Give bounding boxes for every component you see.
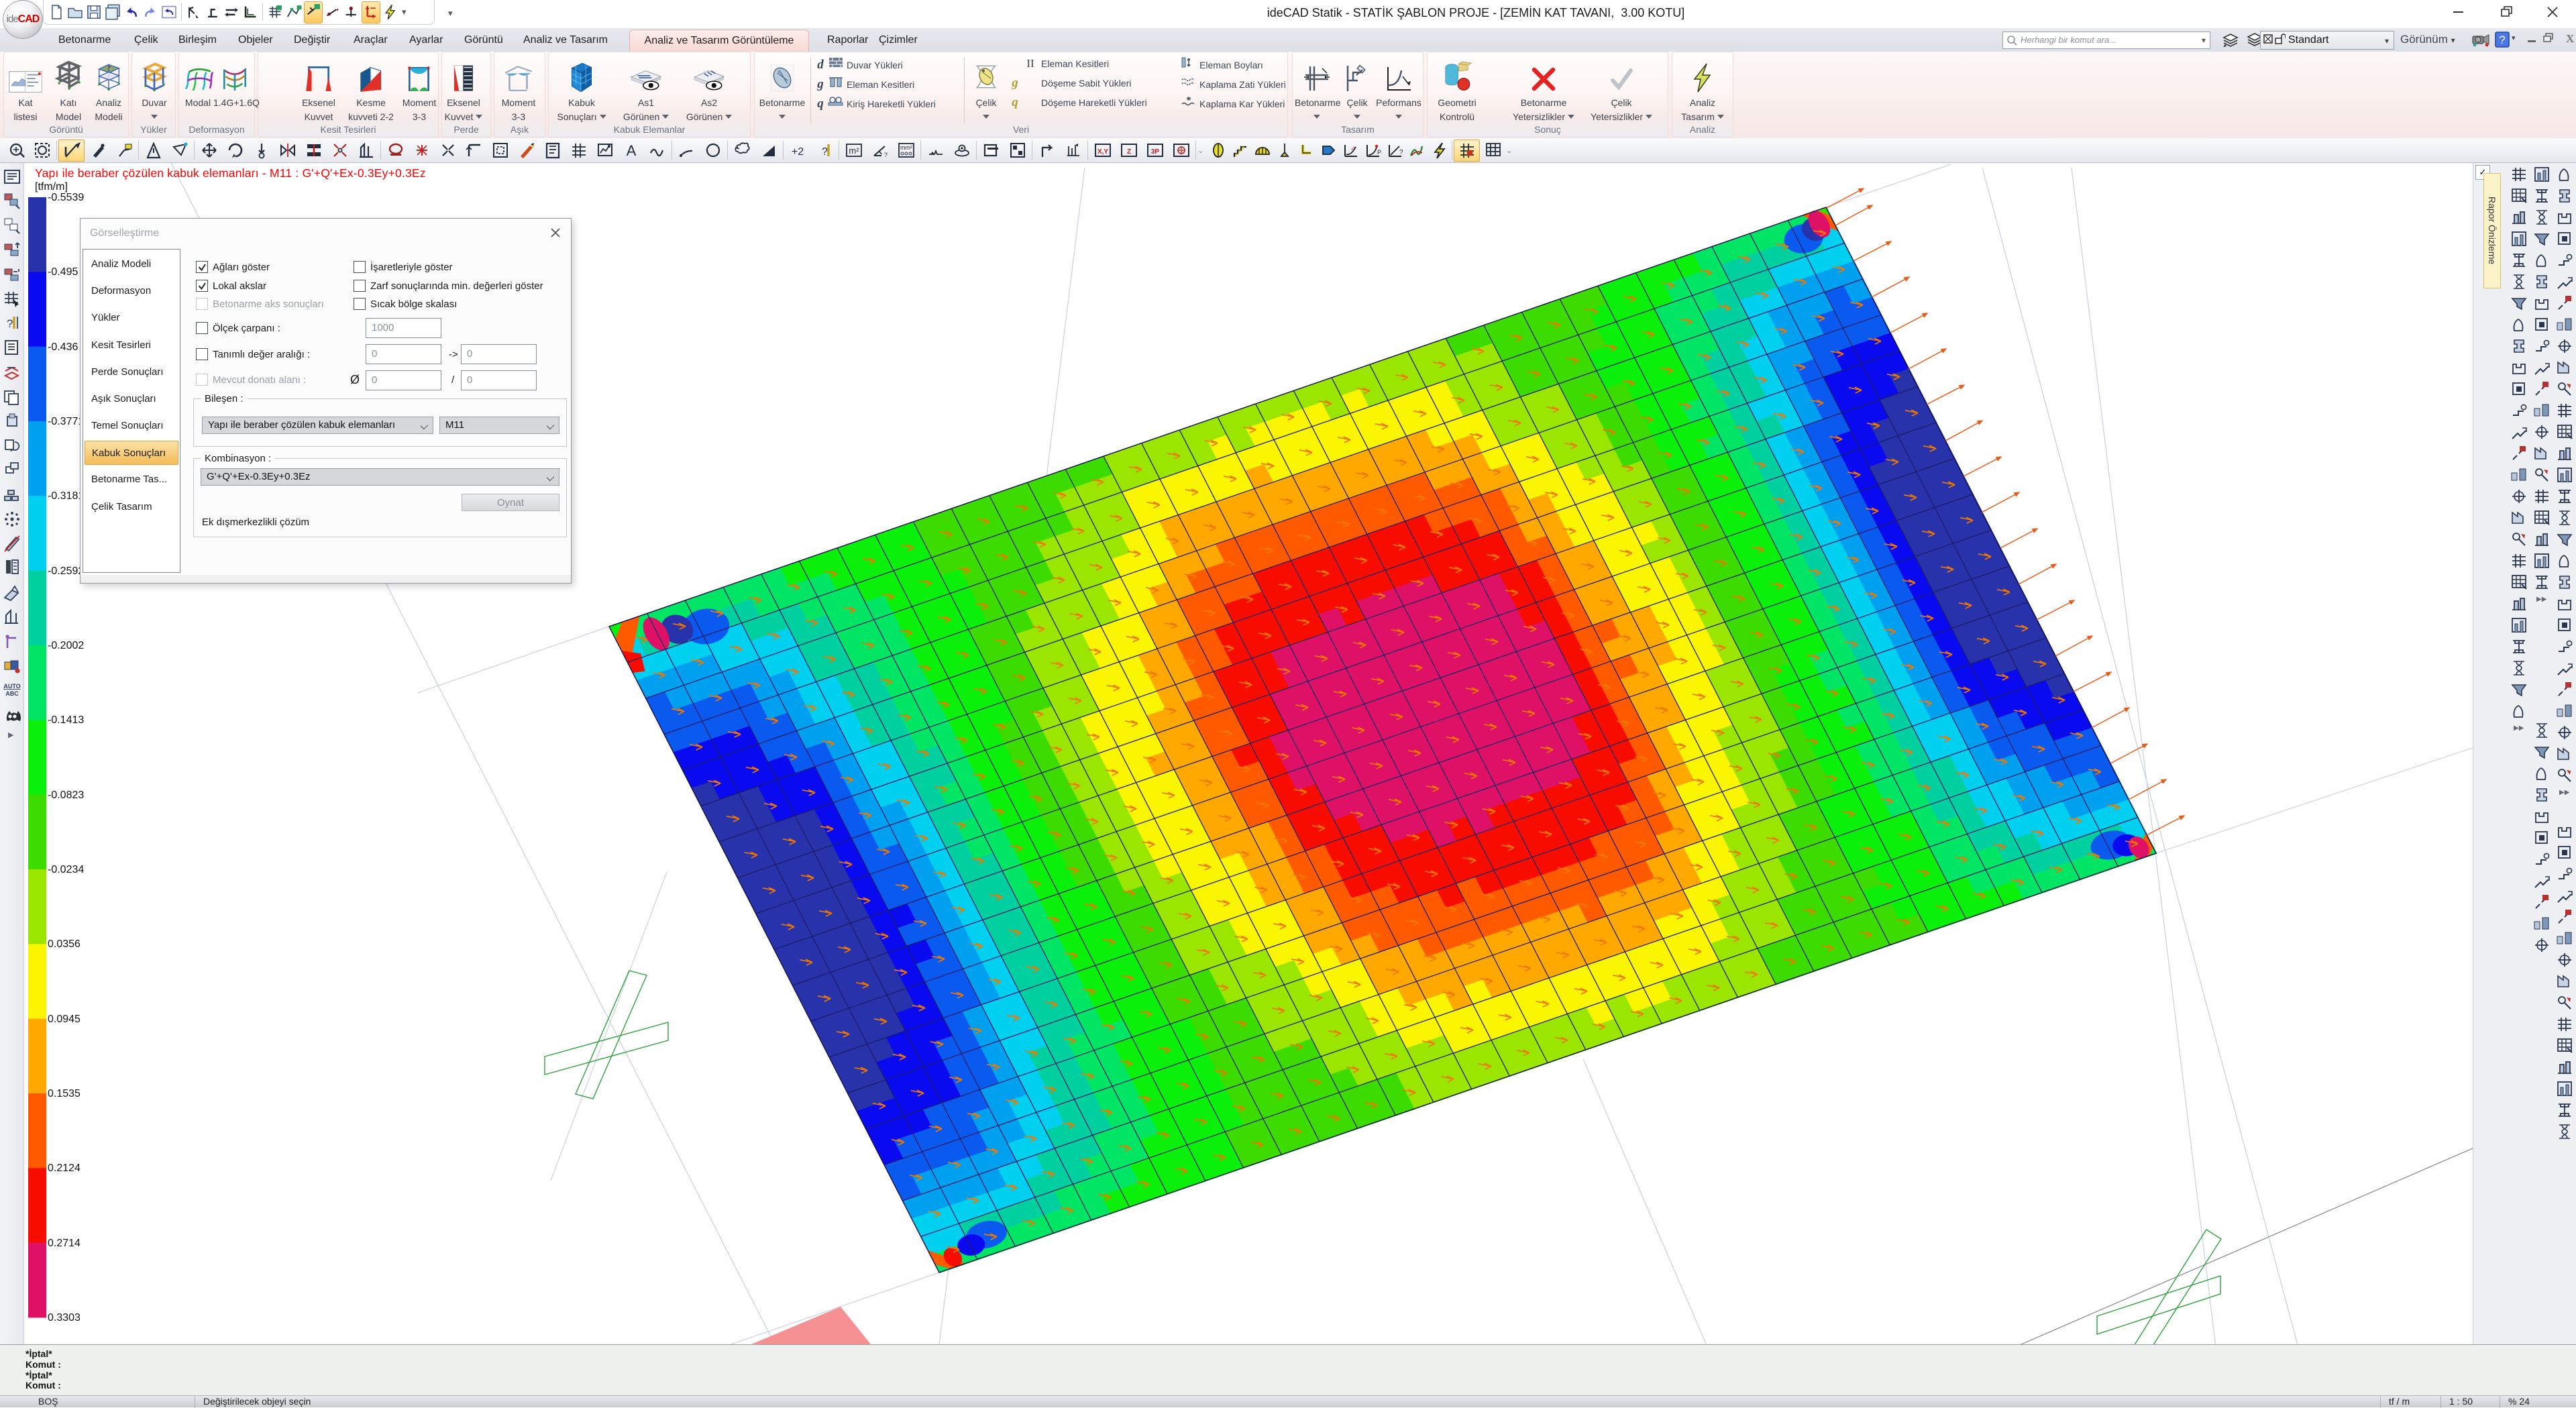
svg-text:-0.495: -0.495 (48, 266, 78, 278)
svg-text:P: P (1377, 149, 1381, 156)
svg-text:-0.1413: -0.1413 (48, 714, 84, 726)
svg-text:0.0945: 0.0945 (48, 1014, 80, 1025)
svg-text:-0.436: -0.436 (48, 341, 78, 353)
svg-text:ABC: ABC (5, 690, 19, 697)
svg-text:0.2714: 0.2714 (48, 1238, 80, 1249)
svg-text:0.2124: 0.2124 (48, 1162, 80, 1174)
svg-text:-0.3771: -0.3771 (48, 416, 84, 427)
svg-text:A: A (626, 142, 636, 159)
svg-text:-0.0823: -0.0823 (48, 790, 84, 801)
svg-text:AUTO: AUTO (3, 683, 20, 690)
svg-text:mm²: mm² (900, 144, 912, 151)
svg-text:?: ? (7, 317, 13, 330)
svg-text:3P: 3P (1150, 148, 1159, 156)
svg-text:?: ? (2499, 34, 2505, 46)
svg-text:?: ? (822, 146, 828, 158)
svg-text:0.1535: 0.1535 (48, 1088, 80, 1099)
svg-text:?: ? (1399, 149, 1403, 156)
svg-text:Z: Z (1126, 148, 1130, 156)
svg-text:X,Y: X,Y (1097, 148, 1108, 156)
svg-text:0.3303: 0.3303 (48, 1312, 80, 1323)
svg-text:-0.2002: -0.2002 (48, 640, 84, 651)
svg-text:-0.5539: -0.5539 (48, 192, 84, 203)
svg-text:-0.2592: -0.2592 (48, 565, 84, 577)
svg-text:-0.0234: -0.0234 (48, 864, 84, 875)
svg-text:-0.3181: -0.3181 (48, 490, 84, 502)
svg-text:m²: m² (849, 146, 859, 156)
svg-text:+2: +2 (791, 146, 803, 158)
svg-text:0.0356: 0.0356 (48, 938, 80, 950)
svg-text:?: ? (884, 152, 888, 158)
